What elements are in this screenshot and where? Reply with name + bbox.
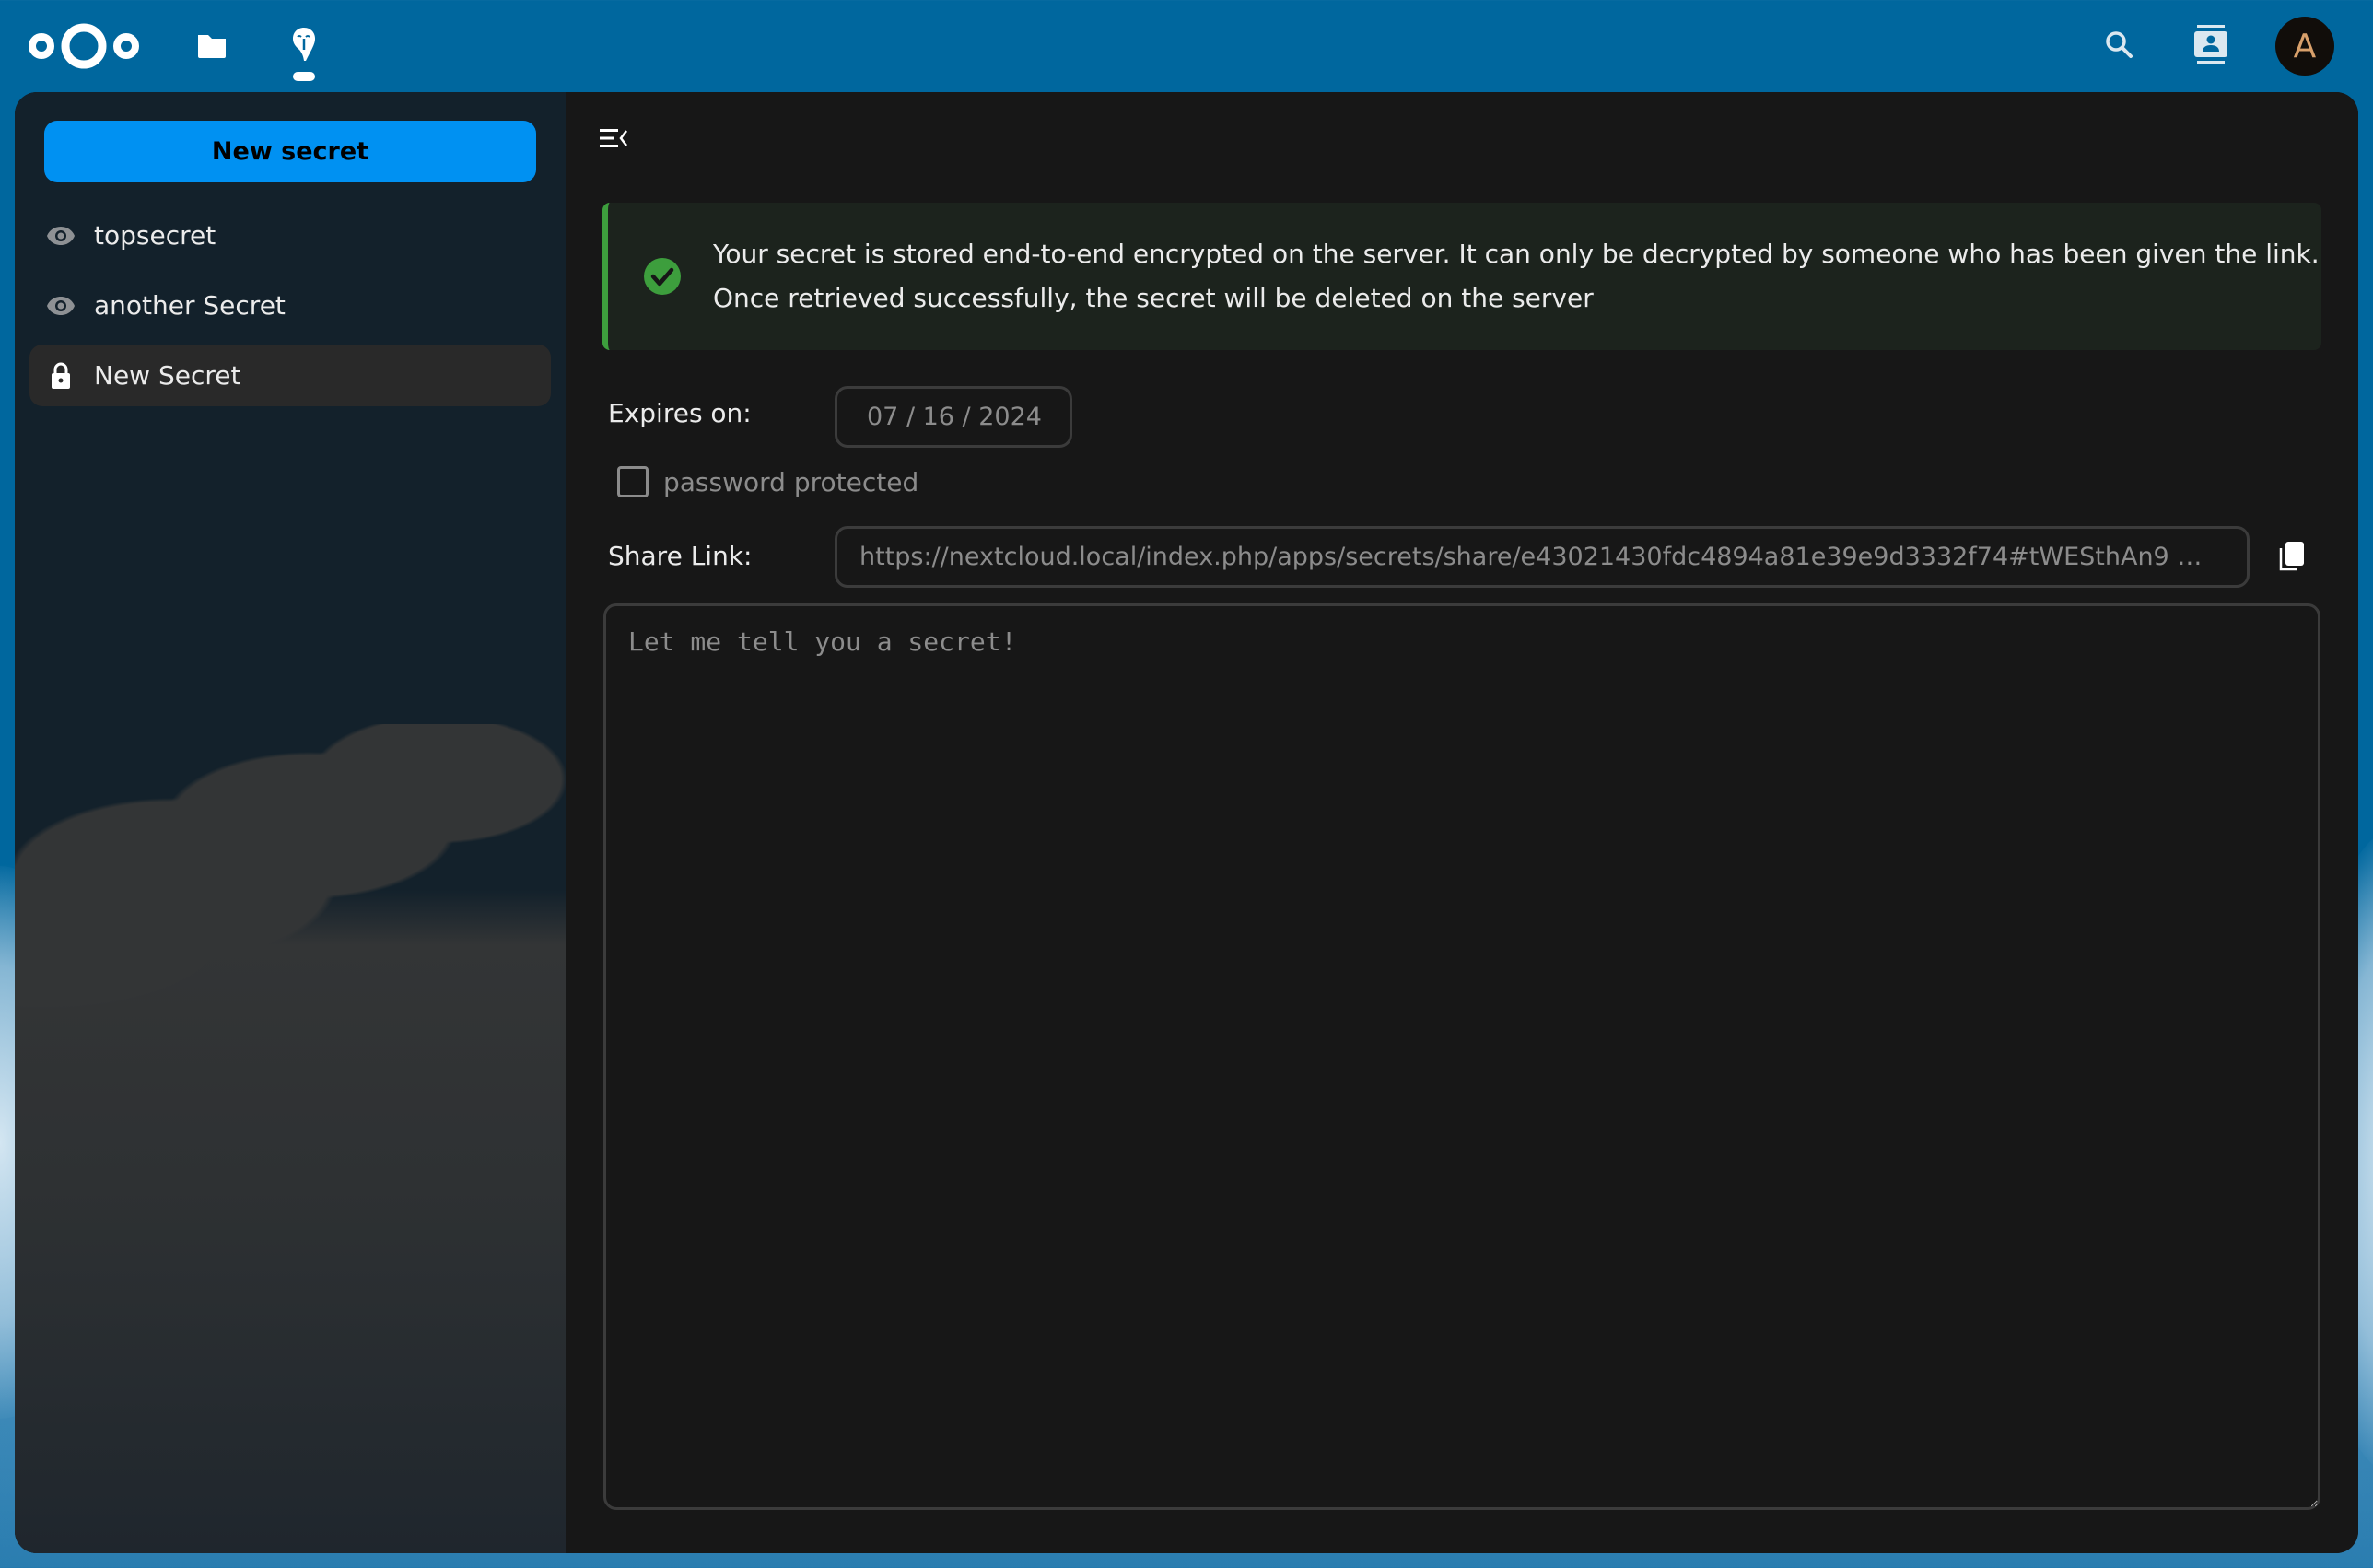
secret-item-topsecret[interactable]: topsecret [29,205,551,266]
notice-text: Your secret is stored end-to-end encrypt… [713,232,2320,321]
secret-item-new-secret[interactable]: New Secret [29,345,551,406]
eye-icon [46,221,76,251]
lock-icon [46,361,76,391]
app-content: Your secret is stored end-to-end encrypt… [566,92,2358,1553]
user-avatar[interactable]: A [2275,17,2334,76]
secret-textarea[interactable] [603,603,2320,1510]
app-files[interactable] [182,18,241,77]
folder-icon [196,33,228,63]
expires-date-input[interactable]: 07 / 16 / 2024 [835,386,1072,448]
share-link-input[interactable]: https://nextcloud.local/index.php/apps/s… [835,526,2250,588]
password-protected-checkbox[interactable] [617,466,649,497]
app-secrets[interactable] [275,18,333,77]
share-link-label: Share Link: [608,541,753,571]
contacts-icon [2194,25,2227,67]
app-container: New secret topsecret another Secret New … [15,92,2358,1553]
menu-collapse-icon [600,127,627,153]
sidebar-background [15,724,566,1553]
notice-line-1: Your secret is stored end-to-end encrypt… [713,239,2320,269]
nextcloud-logo[interactable] [26,20,142,72]
active-app-indicator [293,72,315,81]
secret-item-label: New Secret [94,360,241,391]
search-icon [2104,29,2133,63]
search-button[interactable] [2086,13,2152,79]
secrets-icon [290,26,318,70]
eye-icon [46,291,76,321]
password-protected-label: password protected [663,466,919,497]
expires-label: Expires on: [608,398,752,428]
secret-item-label: topsecret [94,220,216,251]
secret-item-another-secret[interactable]: another Secret [29,275,551,336]
secret-item-label: another Secret [94,290,286,321]
copy-icon [2278,541,2306,576]
check-circle-icon [643,257,682,296]
copy-link-button[interactable] [2272,538,2312,579]
contacts-button[interactable] [2178,13,2244,79]
top-header: A [0,0,2373,92]
new-secret-button[interactable]: New secret [44,121,536,182]
password-protected-toggle[interactable]: password protected [617,466,918,497]
secrets-list: topsecret another Secret New Secret [29,205,551,415]
avatar-initial: A [2293,27,2317,65]
encryption-notice: Your secret is stored end-to-end encrypt… [602,203,2321,350]
notice-line-2: Once retrieved successfully, the secret … [713,283,1594,313]
app-navigation: New secret topsecret another Secret New … [15,92,566,1553]
toggle-navigation-button[interactable] [593,120,634,160]
